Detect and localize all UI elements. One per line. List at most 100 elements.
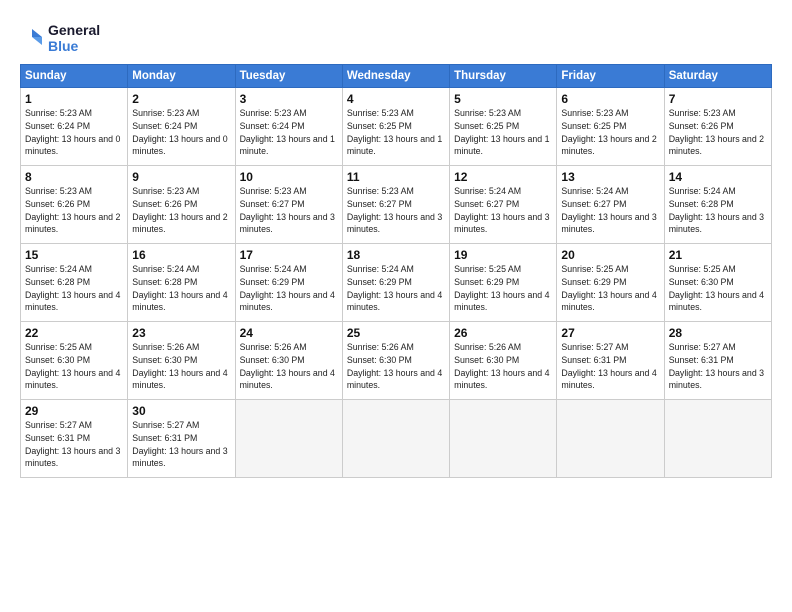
- day-detail: Sunrise: 5:27 AMSunset: 6:31 PMDaylight:…: [25, 419, 123, 470]
- day-number: 26: [454, 326, 552, 340]
- day-number: 14: [669, 170, 767, 184]
- day-detail: Sunrise: 5:23 AMSunset: 6:27 PMDaylight:…: [240, 185, 338, 236]
- day-detail: Sunrise: 5:23 AMSunset: 6:25 PMDaylight:…: [561, 107, 659, 158]
- day-number: 18: [347, 248, 445, 262]
- calendar-cell: 13Sunrise: 5:24 AMSunset: 6:27 PMDayligh…: [557, 166, 664, 244]
- day-number: 15: [25, 248, 123, 262]
- day-number: 16: [132, 248, 230, 262]
- weekday-header: Tuesday: [235, 65, 342, 88]
- calendar-cell: 14Sunrise: 5:24 AMSunset: 6:28 PMDayligh…: [664, 166, 771, 244]
- weekday-header: Saturday: [664, 65, 771, 88]
- calendar-cell: [342, 400, 449, 478]
- calendar-cell: 26Sunrise: 5:26 AMSunset: 6:30 PMDayligh…: [450, 322, 557, 400]
- calendar-cell: 29Sunrise: 5:27 AMSunset: 6:31 PMDayligh…: [21, 400, 128, 478]
- day-detail: Sunrise: 5:24 AMSunset: 6:27 PMDaylight:…: [561, 185, 659, 236]
- calendar-header-row: SundayMondayTuesdayWednesdayThursdayFrid…: [21, 65, 772, 88]
- day-detail: Sunrise: 5:23 AMSunset: 6:24 PMDaylight:…: [25, 107, 123, 158]
- calendar-cell: [235, 400, 342, 478]
- calendar-cell: 20Sunrise: 5:25 AMSunset: 6:29 PMDayligh…: [557, 244, 664, 322]
- day-number: 23: [132, 326, 230, 340]
- day-number: 20: [561, 248, 659, 262]
- logo-bird-icon: [20, 27, 42, 49]
- day-number: 7: [669, 92, 767, 106]
- page: General Blue SundayMondayTuesdayWednesda…: [0, 0, 792, 612]
- day-number: 22: [25, 326, 123, 340]
- calendar-cell: 23Sunrise: 5:26 AMSunset: 6:30 PMDayligh…: [128, 322, 235, 400]
- calendar-cell: 3Sunrise: 5:23 AMSunset: 6:24 PMDaylight…: [235, 88, 342, 166]
- day-detail: Sunrise: 5:26 AMSunset: 6:30 PMDaylight:…: [132, 341, 230, 392]
- day-number: 10: [240, 170, 338, 184]
- day-number: 4: [347, 92, 445, 106]
- day-detail: Sunrise: 5:24 AMSunset: 6:29 PMDaylight:…: [347, 263, 445, 314]
- calendar: SundayMondayTuesdayWednesdayThursdayFrid…: [20, 64, 772, 478]
- calendar-cell: 18Sunrise: 5:24 AMSunset: 6:29 PMDayligh…: [342, 244, 449, 322]
- day-detail: Sunrise: 5:23 AMSunset: 6:26 PMDaylight:…: [669, 107, 767, 158]
- logo-general-text: General: [48, 22, 100, 38]
- day-detail: Sunrise: 5:23 AMSunset: 6:27 PMDaylight:…: [347, 185, 445, 236]
- calendar-cell: 11Sunrise: 5:23 AMSunset: 6:27 PMDayligh…: [342, 166, 449, 244]
- day-number: 6: [561, 92, 659, 106]
- day-detail: Sunrise: 5:26 AMSunset: 6:30 PMDaylight:…: [347, 341, 445, 392]
- day-number: 9: [132, 170, 230, 184]
- calendar-cell: 4Sunrise: 5:23 AMSunset: 6:25 PMDaylight…: [342, 88, 449, 166]
- day-detail: Sunrise: 5:23 AMSunset: 6:26 PMDaylight:…: [132, 185, 230, 236]
- calendar-cell: 15Sunrise: 5:24 AMSunset: 6:28 PMDayligh…: [21, 244, 128, 322]
- day-number: 21: [669, 248, 767, 262]
- day-detail: Sunrise: 5:23 AMSunset: 6:24 PMDaylight:…: [240, 107, 338, 158]
- logo-container: General Blue: [20, 22, 100, 54]
- calendar-cell: 6Sunrise: 5:23 AMSunset: 6:25 PMDaylight…: [557, 88, 664, 166]
- weekday-header: Friday: [557, 65, 664, 88]
- day-detail: Sunrise: 5:27 AMSunset: 6:31 PMDaylight:…: [132, 419, 230, 470]
- day-number: 19: [454, 248, 552, 262]
- weekday-header: Wednesday: [342, 65, 449, 88]
- calendar-cell: 27Sunrise: 5:27 AMSunset: 6:31 PMDayligh…: [557, 322, 664, 400]
- calendar-cell: 16Sunrise: 5:24 AMSunset: 6:28 PMDayligh…: [128, 244, 235, 322]
- day-detail: Sunrise: 5:27 AMSunset: 6:31 PMDaylight:…: [561, 341, 659, 392]
- calendar-cell: 21Sunrise: 5:25 AMSunset: 6:30 PMDayligh…: [664, 244, 771, 322]
- day-number: 28: [669, 326, 767, 340]
- calendar-cell: 2Sunrise: 5:23 AMSunset: 6:24 PMDaylight…: [128, 88, 235, 166]
- calendar-cell: 17Sunrise: 5:24 AMSunset: 6:29 PMDayligh…: [235, 244, 342, 322]
- logo: General Blue: [20, 18, 100, 54]
- calendar-cell: 22Sunrise: 5:25 AMSunset: 6:30 PMDayligh…: [21, 322, 128, 400]
- weekday-header: Sunday: [21, 65, 128, 88]
- calendar-cell: [450, 400, 557, 478]
- day-number: 1: [25, 92, 123, 106]
- calendar-cell: 1Sunrise: 5:23 AMSunset: 6:24 PMDaylight…: [21, 88, 128, 166]
- calendar-cell: 9Sunrise: 5:23 AMSunset: 6:26 PMDaylight…: [128, 166, 235, 244]
- day-number: 2: [132, 92, 230, 106]
- day-number: 5: [454, 92, 552, 106]
- calendar-cell: 30Sunrise: 5:27 AMSunset: 6:31 PMDayligh…: [128, 400, 235, 478]
- day-detail: Sunrise: 5:24 AMSunset: 6:28 PMDaylight:…: [132, 263, 230, 314]
- weekday-header: Thursday: [450, 65, 557, 88]
- day-detail: Sunrise: 5:24 AMSunset: 6:29 PMDaylight:…: [240, 263, 338, 314]
- day-detail: Sunrise: 5:25 AMSunset: 6:29 PMDaylight:…: [561, 263, 659, 314]
- calendar-cell: 12Sunrise: 5:24 AMSunset: 6:27 PMDayligh…: [450, 166, 557, 244]
- day-detail: Sunrise: 5:26 AMSunset: 6:30 PMDaylight:…: [454, 341, 552, 392]
- header: General Blue: [20, 18, 772, 54]
- day-number: 13: [561, 170, 659, 184]
- logo-wordmark: General Blue: [48, 22, 100, 54]
- day-number: 25: [347, 326, 445, 340]
- calendar-cell: 7Sunrise: 5:23 AMSunset: 6:26 PMDaylight…: [664, 88, 771, 166]
- calendar-cell: 19Sunrise: 5:25 AMSunset: 6:29 PMDayligh…: [450, 244, 557, 322]
- calendar-cell: 25Sunrise: 5:26 AMSunset: 6:30 PMDayligh…: [342, 322, 449, 400]
- day-detail: Sunrise: 5:27 AMSunset: 6:31 PMDaylight:…: [669, 341, 767, 392]
- day-detail: Sunrise: 5:24 AMSunset: 6:28 PMDaylight:…: [669, 185, 767, 236]
- day-detail: Sunrise: 5:23 AMSunset: 6:24 PMDaylight:…: [132, 107, 230, 158]
- calendar-cell: 28Sunrise: 5:27 AMSunset: 6:31 PMDayligh…: [664, 322, 771, 400]
- day-detail: Sunrise: 5:23 AMSunset: 6:25 PMDaylight:…: [454, 107, 552, 158]
- logo-blue-text: Blue: [48, 38, 100, 54]
- calendar-cell: 10Sunrise: 5:23 AMSunset: 6:27 PMDayligh…: [235, 166, 342, 244]
- calendar-cell: [664, 400, 771, 478]
- weekday-header: Monday: [128, 65, 235, 88]
- day-number: 30: [132, 404, 230, 418]
- calendar-cell: 5Sunrise: 5:23 AMSunset: 6:25 PMDaylight…: [450, 88, 557, 166]
- calendar-cell: 8Sunrise: 5:23 AMSunset: 6:26 PMDaylight…: [21, 166, 128, 244]
- day-number: 3: [240, 92, 338, 106]
- day-number: 17: [240, 248, 338, 262]
- day-number: 12: [454, 170, 552, 184]
- day-detail: Sunrise: 5:24 AMSunset: 6:27 PMDaylight:…: [454, 185, 552, 236]
- day-number: 27: [561, 326, 659, 340]
- day-detail: Sunrise: 5:23 AMSunset: 6:25 PMDaylight:…: [347, 107, 445, 158]
